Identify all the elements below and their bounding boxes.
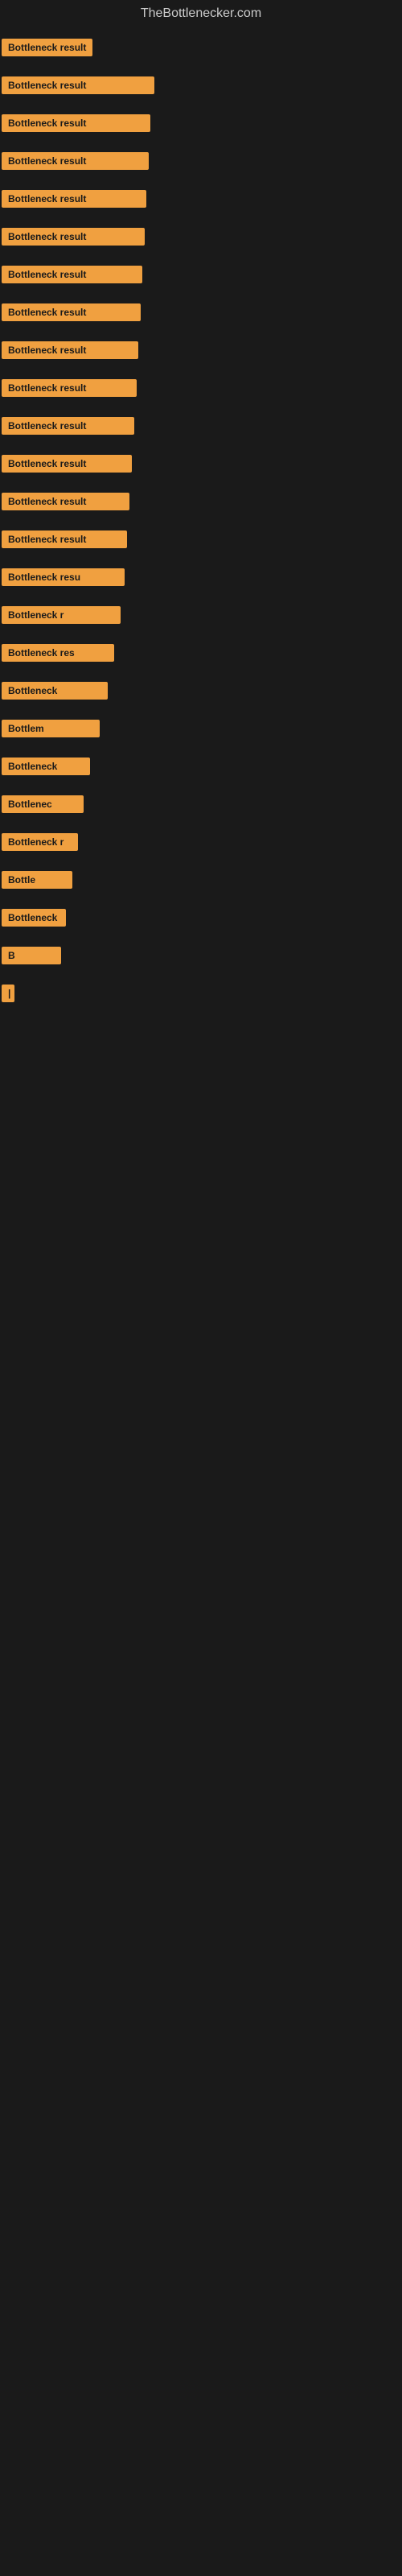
bottleneck-bar: Bottleneck result — [2, 76, 154, 94]
bar-row: | — [2, 976, 402, 1014]
bar-row: Bo — [2, 1159, 402, 1175]
bar-row: Bottleneck — [2, 901, 402, 939]
bar-row-empty — [2, 1272, 402, 1320]
bottleneck-bar: Bottleneck result — [2, 266, 142, 283]
bar-row: Bottleneck r — [2, 825, 402, 863]
bar-row: Bottleneck result — [2, 333, 402, 371]
bar-row: Bottleneck result — [2, 485, 402, 522]
bars-container: Bottleneck result Bottleneck result Bott… — [0, 31, 402, 1481]
bar-row: Bottleneck — [2, 674, 402, 712]
bar-row-empty — [2, 1433, 402, 1481]
bar-row: Bottleneck result — [2, 106, 402, 144]
bottleneck-bar: Bottleneck result — [2, 152, 149, 170]
bar-row: Bottleneck result — [2, 182, 402, 220]
bar-row: Bottleneck — [2, 749, 402, 787]
bottleneck-bar: Bottleneck result — [2, 493, 129, 510]
bottleneck-bar: B — [2, 947, 61, 964]
bottleneck-bar: Bottleneck result — [2, 190, 146, 208]
bottleneck-bar: Bottleneck result — [2, 39, 92, 56]
bar-row: Bottleneck result — [2, 144, 402, 182]
bar-row: Bottleneck result — [2, 409, 402, 447]
bar-row-empty — [2, 1014, 402, 1063]
bottleneck-bar: Bottleneck result — [2, 303, 141, 321]
bottleneck-bar: Bottlem — [2, 720, 100, 737]
bottleneck-bar: | — [2, 985, 14, 1002]
bar-row: Bottleneck result — [2, 371, 402, 409]
bottleneck-bar: Bottleneck — [2, 909, 66, 927]
bar-row: Bottleneck result — [2, 522, 402, 560]
bar-row: Bottleneck resu — [2, 560, 402, 598]
bottleneck-bar: Bottleneck res — [2, 644, 114, 662]
bar-row-empty — [2, 1175, 402, 1224]
bar-row: Bottleneck result — [2, 295, 402, 333]
site-title: TheBottlenecker.com — [0, 0, 402, 31]
bar-row-empty — [2, 1111, 402, 1159]
bar-row: Bottleneck result — [2, 258, 402, 295]
bottleneck-bar: Bottleneck result — [2, 455, 132, 473]
bottleneck-bar: Bottlenec — [2, 795, 84, 813]
bar-row-empty — [2, 1336, 402, 1385]
bottleneck-bar: Bottleneck result — [2, 341, 138, 359]
bottleneck-bar: Bottleneck result — [2, 530, 127, 548]
bottleneck-bar: Bottle — [2, 871, 72, 889]
bar-row: Bottlem — [2, 712, 402, 749]
bar-row: Bottleneck res — [2, 636, 402, 674]
bar-row-empty — [2, 1224, 402, 1272]
bar-row: B — [2, 939, 402, 976]
bottleneck-bar: Bottleneck result — [2, 228, 145, 246]
bar-row: Bottleneck r — [2, 598, 402, 636]
bar-row: Bottleneck result — [2, 68, 402, 106]
bar-row-empty — [2, 1385, 402, 1433]
bottleneck-bar: Bottleneck result — [2, 417, 134, 435]
bar-row: Bottle — [2, 863, 402, 901]
bottleneck-bar: Bottleneck resu — [2, 568, 125, 586]
bottleneck-bar: Bottleneck result — [2, 114, 150, 132]
bar-row: Bottlenec — [2, 787, 402, 825]
bar-row: Bottleneck r — [2, 1320, 402, 1336]
bottleneck-bar: Bottleneck — [2, 758, 90, 775]
bottleneck-bar: Bottleneck — [2, 682, 108, 700]
bottleneck-bar: Bottleneck r — [2, 606, 121, 624]
bar-row-empty — [2, 1063, 402, 1111]
bar-row: Bottleneck result — [2, 447, 402, 485]
bottleneck-bar: Bottleneck r — [2, 833, 78, 851]
bar-row: Bottleneck result — [2, 31, 402, 68]
bar-row: Bottleneck result — [2, 220, 402, 258]
bottleneck-bar: Bottleneck result — [2, 379, 137, 397]
